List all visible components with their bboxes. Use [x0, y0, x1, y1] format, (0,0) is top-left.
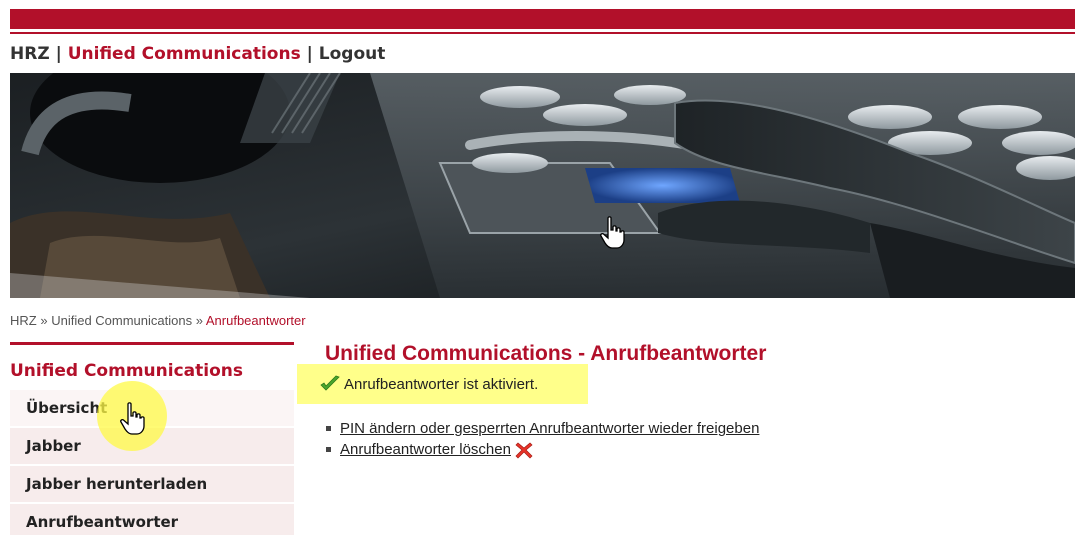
desk-phone-photo-icon — [10, 73, 1075, 298]
action-links: PIN ändern oder gesperrten Anrufbeantwor… — [325, 418, 759, 460]
list-item: PIN ändern oder gesperrten Anrufbeantwor… — [325, 418, 759, 439]
breadcrumb-hrz-link[interactable]: HRZ — [10, 313, 37, 328]
nav-logout-link[interactable]: Logout — [319, 44, 386, 64]
delete-x-icon[interactable] — [515, 441, 533, 459]
status-message: Anrufbeantworter ist aktiviert. — [297, 364, 588, 404]
delete-voicemail-link[interactable]: Anrufbeantworter löschen — [340, 441, 511, 458]
main-content: Unified Communications - Anrufbeantworte… — [325, 342, 1065, 366]
breadcrumb-current: Anrufbeantworter — [205, 313, 306, 328]
top-color-bar — [10, 9, 1075, 29]
top-divider — [10, 32, 1075, 34]
list-item: Anrufbeantworter löschen — [325, 439, 759, 460]
breadcrumb-separator: » — [195, 313, 203, 328]
sidebar-item-anrufbeantworter[interactable]: Anrufbeantworter — [10, 504, 294, 535]
header-banner-image — [10, 73, 1075, 298]
page-title: Unified Communications - Anrufbeantworte… — [325, 342, 767, 365]
nav-unified-communications-link[interactable]: Unified Communications — [68, 44, 301, 64]
sidebar-item-jabber-herunterladen[interactable]: Jabber herunterladen — [10, 466, 294, 502]
nav-separator: | — [306, 44, 313, 64]
hand-pointer-cursor-icon — [600, 216, 625, 249]
breadcrumb-separator: » — [40, 313, 48, 328]
top-navigation: HRZ | Unified Communications | Logout — [10, 44, 385, 64]
status-text: Anrufbeantworter ist aktiviert. — [344, 375, 539, 393]
bullet — [326, 426, 331, 431]
sidebar-title: Unified Communications — [10, 361, 243, 381]
breadcrumb: HRZ » Unified Communications » Anrufbean… — [10, 313, 306, 328]
bullet — [326, 447, 331, 452]
change-pin-link[interactable]: PIN ändern oder gesperrten Anrufbeantwor… — [340, 420, 759, 437]
check-icon — [320, 375, 340, 391]
nav-separator: | — [55, 44, 62, 64]
hand-pointer-cursor-icon — [120, 402, 145, 435]
nav-hrz-link[interactable]: HRZ — [10, 44, 50, 64]
breadcrumb-uc-link[interactable]: Unified Communications — [51, 313, 192, 328]
